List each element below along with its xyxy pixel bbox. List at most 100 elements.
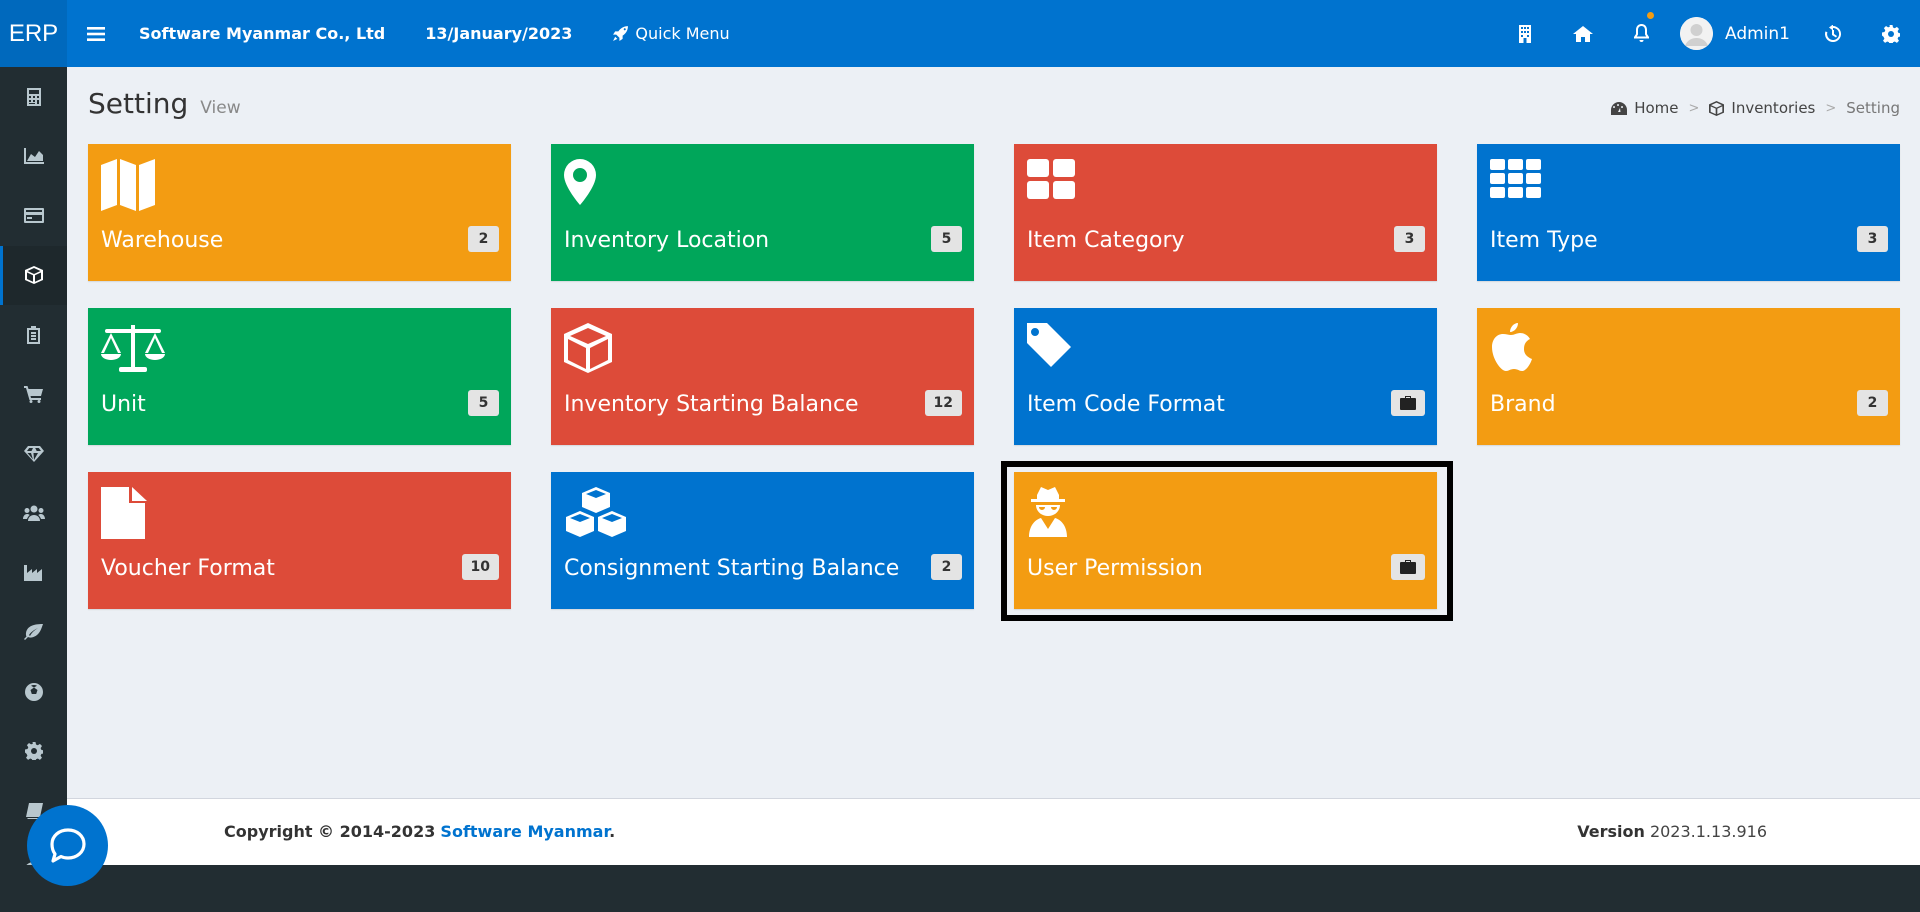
breadcrumb-inventories-label: Inventories — [1731, 99, 1816, 117]
sidebar-item-settings[interactable] — [0, 722, 67, 782]
tile-label: Voucher Format — [101, 556, 275, 581]
cog-icon — [24, 742, 43, 761]
version-number: 2023.1.13.916 — [1649, 822, 1767, 841]
tile-label: Inventory Starting Balance — [564, 392, 859, 417]
tile-item-category[interactable]: Item Category 3 — [1014, 144, 1437, 281]
shopping-cart-icon — [24, 385, 43, 403]
count-badge: 12 — [924, 390, 962, 416]
page-title: Setting — [88, 87, 189, 120]
tile-label: Item Type — [1490, 228, 1598, 253]
sidebar-toggle-button[interactable] — [67, 0, 125, 67]
tile-label: Unit — [101, 392, 146, 417]
sidebar-item-clipboard[interactable] — [0, 305, 67, 365]
sidebar-item-leaf[interactable] — [0, 603, 67, 663]
map-icon — [101, 159, 155, 211]
briefcase-icon — [1400, 396, 1416, 410]
credit-card-icon — [23, 208, 44, 224]
grid-small-icon — [1490, 159, 1541, 198]
tile-warehouse[interactable]: Warehouse 2 — [88, 144, 511, 281]
building-button[interactable] — [1496, 0, 1554, 67]
user-menu[interactable]: Admin1 — [1670, 0, 1804, 67]
file-icon — [101, 487, 147, 539]
chat-widget-button[interactable] — [27, 805, 108, 886]
breadcrumb-current: Setting — [1846, 99, 1900, 117]
tile-item-code-format[interactable]: Item Code Format — [1014, 308, 1437, 445]
sidebar-item-reports[interactable] — [0, 127, 67, 187]
sidebar-item-sales[interactable] — [0, 365, 67, 425]
leaf-icon — [24, 624, 43, 641]
tile-unit[interactable]: Unit 5 — [88, 308, 511, 445]
quick-menu-button[interactable]: Quick Menu — [612, 24, 730, 43]
tile-inventory-starting-balance[interactable]: Inventory Starting Balance 12 — [551, 308, 974, 445]
version-info: Version 2023.1.13.916 — [1577, 822, 1767, 841]
tile-user-permission[interactable]: User Permission — [1014, 472, 1437, 609]
notifications-button[interactable] — [1612, 0, 1670, 67]
top-header: ERP Software Myanmar Co., Ltd 13/January… — [0, 0, 1920, 67]
building-icon — [1519, 24, 1531, 43]
notification-dot — [1647, 12, 1654, 19]
grid-large-icon — [1027, 159, 1075, 199]
left-sidebar — [0, 67, 67, 912]
briefcase-badge — [1391, 554, 1425, 580]
settings-button[interactable] — [1862, 0, 1920, 67]
company-name[interactable]: Software Myanmar Co., Ltd — [139, 24, 385, 43]
map-marker-icon — [564, 159, 596, 205]
copyright-text: Copyright © 2014-2023 — [224, 822, 436, 841]
tile-label: Item Code Format — [1027, 392, 1225, 417]
breadcrumb-inventories[interactable]: Inventories — [1709, 99, 1815, 117]
tile-label: Brand — [1490, 392, 1556, 417]
tile-label: Inventory Location — [564, 228, 770, 253]
count-badge: 5 — [931, 226, 962, 252]
tile-voucher-format[interactable]: Voucher Format 10 — [88, 472, 511, 609]
sidebar-item-industry[interactable] — [0, 543, 67, 603]
page-header: Setting View — [88, 87, 241, 120]
breadcrumb: Home > Inventories > Setting — [1611, 99, 1900, 117]
count-badge: 5 — [468, 390, 499, 416]
header-right-nav: Admin1 — [1496, 0, 1920, 67]
diamond-icon — [23, 445, 44, 462]
erp-logo[interactable]: ERP — [0, 0, 67, 67]
tile-consignment-starting-balance[interactable]: Consignment Starting Balance 2 — [551, 472, 974, 609]
briefcase-badge — [1391, 390, 1425, 416]
breadcrumb-home-label: Home — [1634, 99, 1679, 117]
tile-brand[interactable]: Brand 2 — [1477, 308, 1900, 445]
rocket-icon — [613, 26, 629, 41]
industry-icon — [23, 564, 42, 581]
cube-icon — [564, 323, 612, 373]
breadcrumb-home[interactable]: Home — [1611, 99, 1678, 117]
home-button[interactable] — [1554, 0, 1612, 67]
tile-item-type[interactable]: Item Type 3 — [1477, 144, 1900, 281]
count-badge: 2 — [931, 554, 962, 580]
sidebar-item-sports[interactable] — [0, 662, 67, 722]
home-icon — [1573, 25, 1593, 42]
bottom-bar — [0, 865, 1920, 912]
username: Admin1 — [1725, 23, 1790, 44]
history-icon — [1825, 24, 1841, 42]
copyright: Copyright © 2014-2023 Software Myanmar. — [224, 822, 615, 841]
company-link[interactable]: Software Myanmar — [440, 822, 609, 841]
version-label: Version — [1577, 822, 1645, 841]
count-badge: 2 — [468, 226, 499, 252]
sidebar-item-inventories[interactable] — [0, 245, 67, 305]
copyright-period: . — [609, 822, 616, 841]
briefcase-icon — [1400, 560, 1416, 574]
cubes-icon — [566, 487, 626, 537]
sidebar-item-payments[interactable] — [0, 186, 67, 246]
sidebar-item-diamond[interactable] — [0, 424, 67, 484]
current-date: 13/January/2023 — [425, 24, 573, 43]
area-chart-icon — [23, 148, 44, 165]
clipboard-icon — [27, 325, 40, 344]
calculator-icon — [26, 87, 41, 106]
avatar — [1680, 17, 1713, 50]
count-badge: 2 — [1857, 390, 1888, 416]
history-button[interactable] — [1804, 0, 1862, 67]
apple-icon — [1492, 323, 1532, 371]
sidebar-item-users[interactable] — [0, 484, 67, 544]
gear-icon — [1882, 24, 1900, 43]
user-secret-icon — [1029, 487, 1067, 537]
quick-menu-label: Quick Menu — [635, 24, 730, 43]
tile-label: Consignment Starting Balance — [564, 556, 900, 581]
tile-inventory-location[interactable]: Inventory Location 5 — [551, 144, 974, 281]
hamburger-icon — [87, 26, 105, 41]
sidebar-item-calculator[interactable] — [0, 67, 67, 127]
